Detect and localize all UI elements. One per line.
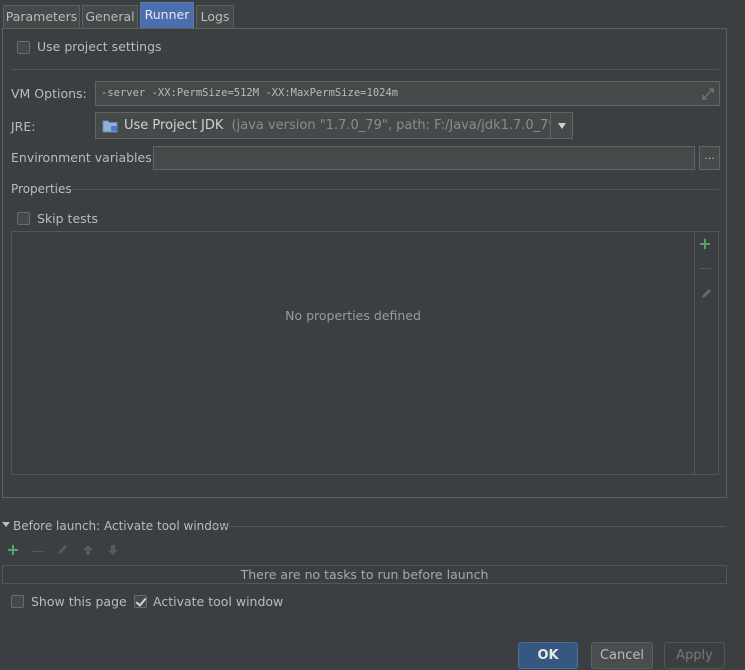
use-project-settings-checkbox[interactable] — [17, 41, 30, 54]
remove-property-icon[interactable] — [700, 268, 711, 269]
separator — [11, 69, 719, 70]
skip-tests-checkbox[interactable] — [17, 212, 30, 225]
ok-button[interactable]: OK — [518, 642, 578, 669]
tab-runner[interactable]: Runner — [140, 2, 194, 28]
edit-property-icon[interactable] — [700, 288, 712, 300]
jre-detail: (java version "1.7.0_79", path: F:/Java/… — [231, 118, 562, 133]
properties-table[interactable]: No properties defined + — [11, 231, 719, 475]
jre-label: JRE: — [11, 119, 36, 134]
folder-icon — [102, 120, 118, 133]
runner-panel: Use project settings VM Options: -server… — [2, 28, 727, 498]
move-down-icon[interactable] — [107, 544, 119, 556]
before-launch-separator — [212, 526, 726, 527]
show-this-page-label: Show this page — [31, 594, 127, 609]
properties-empty-text: No properties defined — [285, 308, 421, 323]
jre-value: Use Project JDK — [124, 118, 224, 133]
before-launch-header: Before launch: Activate tool window — [13, 519, 230, 533]
move-up-icon[interactable] — [82, 544, 94, 556]
vm-options-input[interactable]: -server -XX:PermSize=512M -XX:MaxPermSiz… — [95, 81, 720, 106]
toolbar-divider — [694, 232, 695, 474]
tab-logs[interactable]: Logs — [196, 5, 234, 28]
activate-tool-window-checkbox[interactable] — [134, 595, 147, 608]
skip-tests-label: Skip tests — [37, 211, 99, 226]
properties-title: Properties — [11, 182, 72, 196]
environment-variables-input[interactable] — [153, 146, 695, 170]
environment-variables-label: Environment variables: — [11, 150, 156, 165]
edit-task-icon[interactable] — [56, 544, 68, 556]
tab-general[interactable]: General — [82, 5, 138, 28]
browse-button[interactable]: ... — [699, 146, 720, 170]
add-property-icon[interactable]: + — [698, 236, 712, 252]
jre-combobox[interactable]: Use Project JDK (java version "1.7.0_79"… — [95, 112, 573, 139]
vm-options-value: -server -XX:PermSize=512M -XX:MaxPermSiz… — [101, 87, 399, 99]
cancel-button[interactable]: Cancel — [591, 642, 653, 669]
add-task-icon[interactable]: + — [6, 542, 20, 558]
remove-task-icon[interactable] — [32, 551, 43, 552]
before-launch-empty-text: There are no tasks to run before launch — [240, 567, 489, 582]
chevron-down-icon[interactable] — [550, 113, 572, 138]
vm-options-label: VM Options: — [11, 86, 87, 101]
apply-button[interactable]: Apply — [664, 642, 725, 669]
use-project-settings-label: Use project settings — [37, 39, 162, 54]
tab-parameters[interactable]: Parameters — [3, 5, 80, 28]
activate-tool-window-label: Activate tool window — [153, 594, 284, 609]
properties-separator — [71, 189, 719, 190]
expand-icon[interactable] — [702, 88, 714, 100]
before-launch-tasks-list[interactable]: There are no tasks to run before launch — [2, 565, 727, 584]
collapse-arrow-icon[interactable] — [2, 522, 10, 527]
show-this-page-checkbox[interactable] — [11, 595, 24, 608]
